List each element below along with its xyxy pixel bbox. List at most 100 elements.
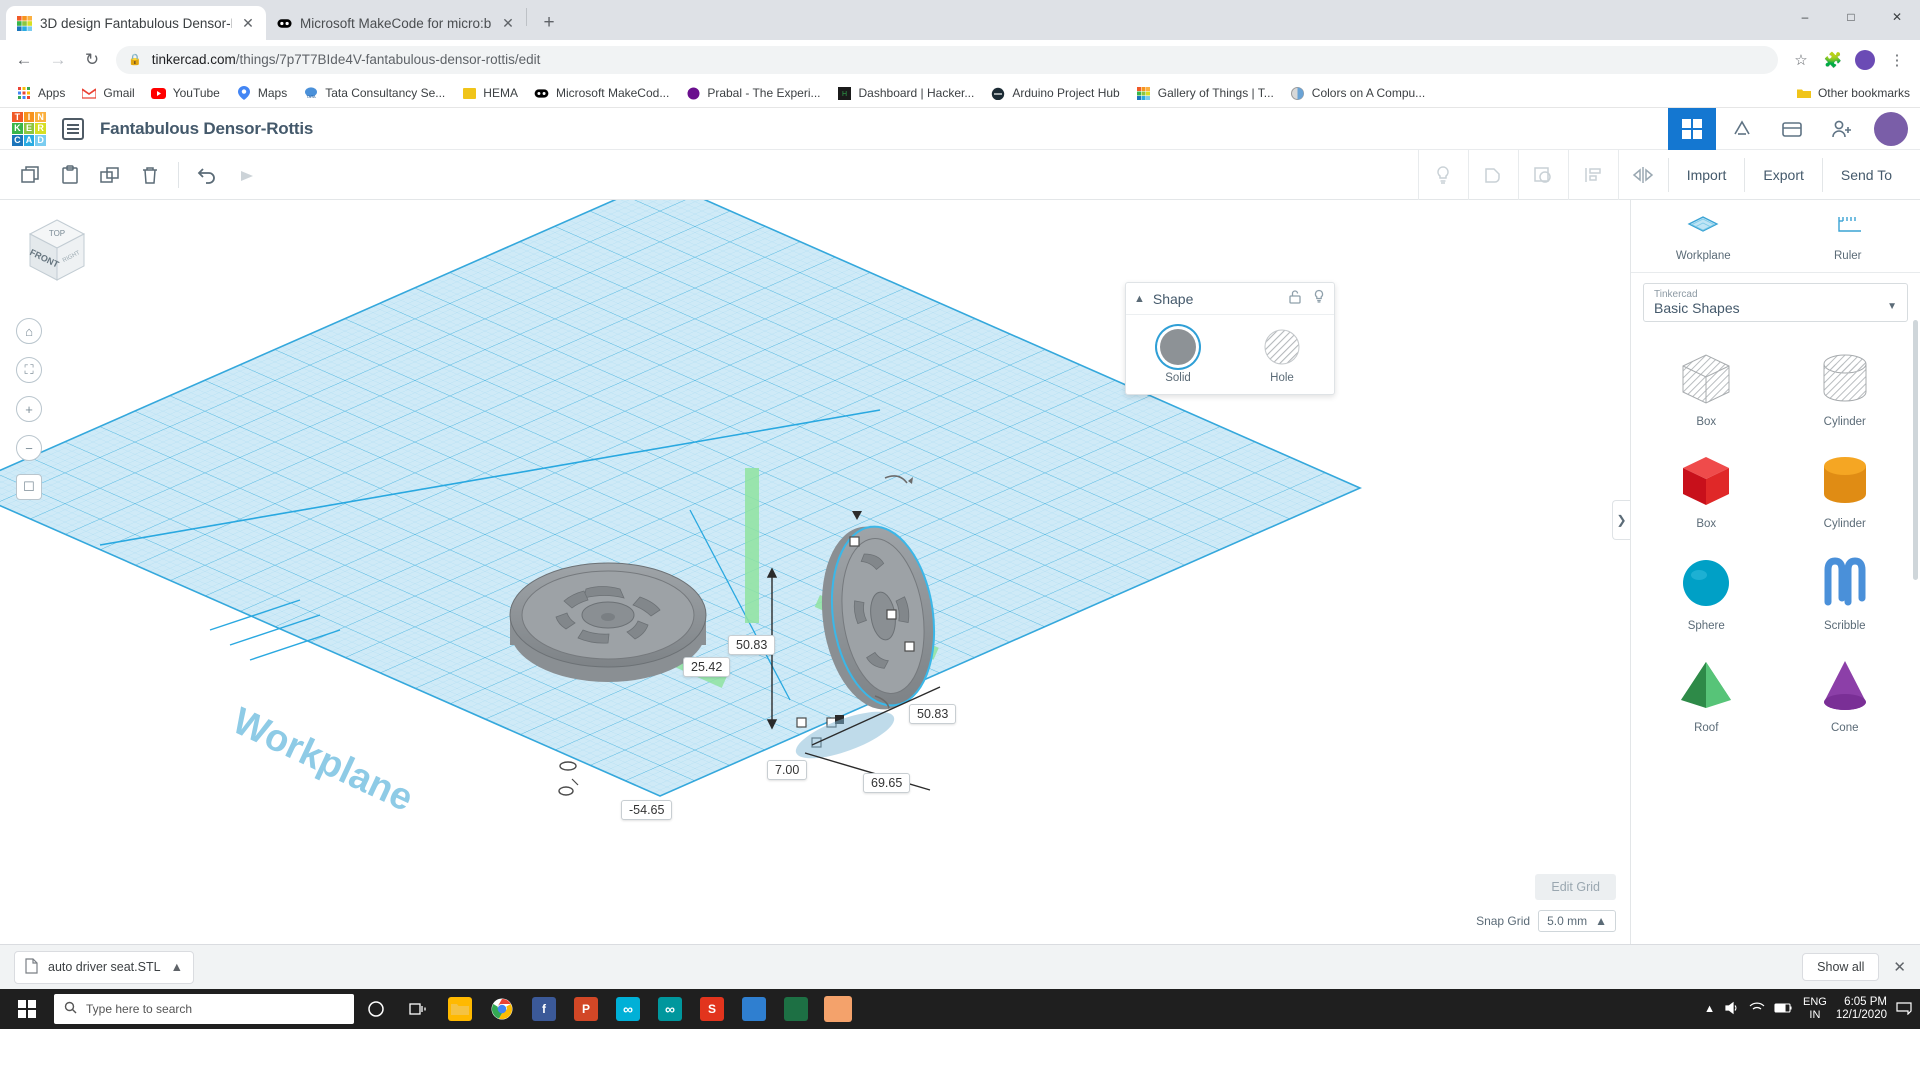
paste-icon[interactable]	[50, 155, 90, 195]
close-icon[interactable]: ✕	[240, 15, 256, 31]
tinkercad-logo[interactable]: T I N K E R C A D	[12, 111, 46, 146]
fit-all-icon[interactable]: ⛶	[16, 357, 42, 383]
shape-item-scribble[interactable]: Scribble	[1778, 542, 1913, 638]
bookmark-apps[interactable]: Apps	[9, 82, 72, 104]
send-to-button[interactable]: Send To	[1821, 157, 1910, 192]
battery-icon[interactable]	[1774, 1002, 1794, 1017]
language-indicator[interactable]: ENG IN	[1803, 996, 1827, 1021]
action-center-icon[interactable]	[1896, 1001, 1912, 1018]
three-dot-menu-icon[interactable]: ⋮	[1882, 45, 1912, 75]
close-icon[interactable]: ✕	[1893, 958, 1906, 976]
address-bar[interactable]: 🔒 tinkercad.com/things/7p7T7BIde4V-fanta…	[116, 45, 1778, 74]
bookmark-gallery[interactable]: Gallery of Things | T...	[1129, 82, 1281, 104]
dimension-label[interactable]: -54.65	[621, 800, 673, 820]
shape-item-box-hole[interactable]: Box	[1639, 338, 1774, 434]
volume-icon[interactable]	[1724, 1001, 1740, 1018]
bookmark-colors[interactable]: Colors on A Compu...	[1283, 82, 1432, 104]
new-tab-button[interactable]: +	[535, 9, 563, 37]
facebook-icon[interactable]: f	[524, 989, 564, 1029]
cortana-circle-icon[interactable]	[356, 989, 396, 1029]
bookmark-makecode[interactable]: Microsoft MakeCod...	[527, 82, 676, 104]
windows-start-icon[interactable]	[4, 989, 50, 1029]
bookmark-youtube[interactable]: YouTube	[144, 82, 227, 104]
ruler-tool[interactable]: Ruler	[1776, 200, 1920, 272]
bookmark-prabal[interactable]: Prabal - The Experi...	[678, 82, 827, 104]
avatar[interactable]	[1874, 111, 1908, 146]
delete-icon[interactable]	[130, 155, 170, 195]
dimension-label[interactable]: 7.00	[767, 760, 808, 780]
bookmark-hema[interactable]: HEMA	[454, 82, 525, 104]
panel-collapse-toggle[interactable]: ❯	[1612, 500, 1630, 540]
powerpoint-icon[interactable]: P	[566, 989, 606, 1029]
excel-icon[interactable]	[776, 989, 816, 1029]
back-button[interactable]: ←	[8, 44, 40, 76]
bookmark-maps[interactable]: Maps	[229, 82, 294, 104]
shape-item-cylinder-hole[interactable]: Cylinder	[1778, 338, 1913, 434]
task-view-icon[interactable]	[398, 989, 438, 1029]
light-bulb-icon[interactable]	[1312, 289, 1326, 309]
show-all-button[interactable]: Show all	[1802, 953, 1880, 981]
chrome-icon[interactable]	[482, 989, 522, 1029]
shape-option-hole[interactable]: Hole	[1230, 329, 1334, 384]
photos-icon[interactable]	[734, 989, 774, 1029]
chevron-up-icon[interactable]: ▲	[171, 960, 183, 974]
show-hidden-icons-icon[interactable]: ▲	[1704, 1003, 1715, 1015]
tinkercad-app-icon[interactable]	[818, 989, 858, 1029]
browser-tab-0[interactable]: 3D design Fantabulous Densor-R ✕	[6, 6, 266, 40]
import-button[interactable]: Import	[1667, 157, 1745, 192]
other-bookmarks[interactable]: Other bookmarks	[1796, 85, 1910, 101]
reload-button[interactable]: ↻	[76, 44, 108, 76]
3d-workspace[interactable]: Workplane TOP FRONT RIGHT ⌂ ⛶ + − ☐ 50.8…	[0, 200, 1630, 944]
bookmark-hackster[interactable]: H Dashboard | Hacker...	[830, 82, 982, 104]
workplane-tool[interactable]: Workplane	[1631, 200, 1776, 272]
snap-grid-select[interactable]: 5.0 mm ▲	[1538, 910, 1616, 932]
forward-button[interactable]: →	[42, 44, 74, 76]
shape-library-select[interactable]: Tinkercad Basic Shapes ▼	[1643, 283, 1908, 322]
bookmark-star-icon[interactable]: ☆	[1786, 45, 1816, 75]
file-explorer-icon[interactable]	[440, 989, 480, 1029]
home-view-icon[interactable]: ⌂	[16, 318, 42, 344]
zoom-in-icon[interactable]: +	[16, 396, 42, 422]
shape-item-sphere[interactable]: Sphere	[1639, 542, 1774, 638]
dimension-label[interactable]: 50.83	[909, 704, 957, 724]
align-icon[interactable]	[1567, 149, 1618, 200]
ortho-perspective-icon[interactable]: ☐	[16, 474, 42, 500]
search-input[interactable]: Type here to search	[54, 994, 354, 1024]
collapse-icon[interactable]: ▲	[1134, 293, 1145, 305]
project-list-icon[interactable]	[62, 117, 84, 140]
dimension-label[interactable]: 69.65	[863, 773, 911, 793]
dimension-label[interactable]: 25.42	[683, 657, 731, 677]
s-app-icon[interactable]: S	[692, 989, 732, 1029]
light-bulb-icon[interactable]	[1417, 149, 1468, 200]
shape-item-roof[interactable]: Roof	[1639, 644, 1774, 740]
arduino-icon[interactable]: ∞	[650, 989, 690, 1029]
bookmark-gmail[interactable]: Gmail	[74, 82, 141, 104]
shape-option-solid[interactable]: Solid	[1126, 329, 1230, 384]
download-item[interactable]: auto driver seat.STL ▲	[14, 950, 194, 984]
unlock-icon[interactable]	[1288, 289, 1302, 309]
ungroup-icon[interactable]	[1517, 149, 1568, 200]
clock[interactable]: 6:05 PM 12/1/2020	[1836, 996, 1887, 1022]
add-user-icon[interactable]	[1818, 108, 1866, 150]
shape-item-box-solid[interactable]: Box	[1639, 440, 1774, 536]
duplicate-icon[interactable]	[90, 155, 130, 195]
maximize-button[interactable]: □	[1828, 0, 1874, 34]
profile-avatar[interactable]	[1850, 45, 1880, 75]
notifications-icon[interactable]	[1768, 108, 1816, 150]
edit-grid-button[interactable]: Edit Grid	[1535, 874, 1616, 900]
redo-icon[interactable]	[227, 155, 267, 195]
close-window-button[interactable]: ✕	[1874, 0, 1920, 34]
panel-scrollbar[interactable]	[1913, 320, 1918, 580]
shape-item-cone[interactable]: Cone	[1778, 644, 1913, 740]
puzzle-icon[interactable]: 🧩	[1818, 45, 1848, 75]
shape-item-cylinder-solid[interactable]: Cylinder	[1778, 440, 1913, 536]
codeblocks-icon[interactable]	[1718, 108, 1766, 150]
close-icon[interactable]: ✕	[500, 15, 516, 31]
undo-icon[interactable]	[187, 155, 227, 195]
bookmark-tata[interactable]: TATA Tata Consultancy Se...	[296, 82, 452, 104]
dimension-label[interactable]: 50.83	[728, 635, 776, 655]
minimize-button[interactable]: –	[1782, 0, 1828, 34]
network-icon[interactable]	[1749, 1001, 1765, 1018]
blocks-grid-icon[interactable]	[1668, 107, 1716, 150]
export-button[interactable]: Export	[1744, 157, 1821, 192]
